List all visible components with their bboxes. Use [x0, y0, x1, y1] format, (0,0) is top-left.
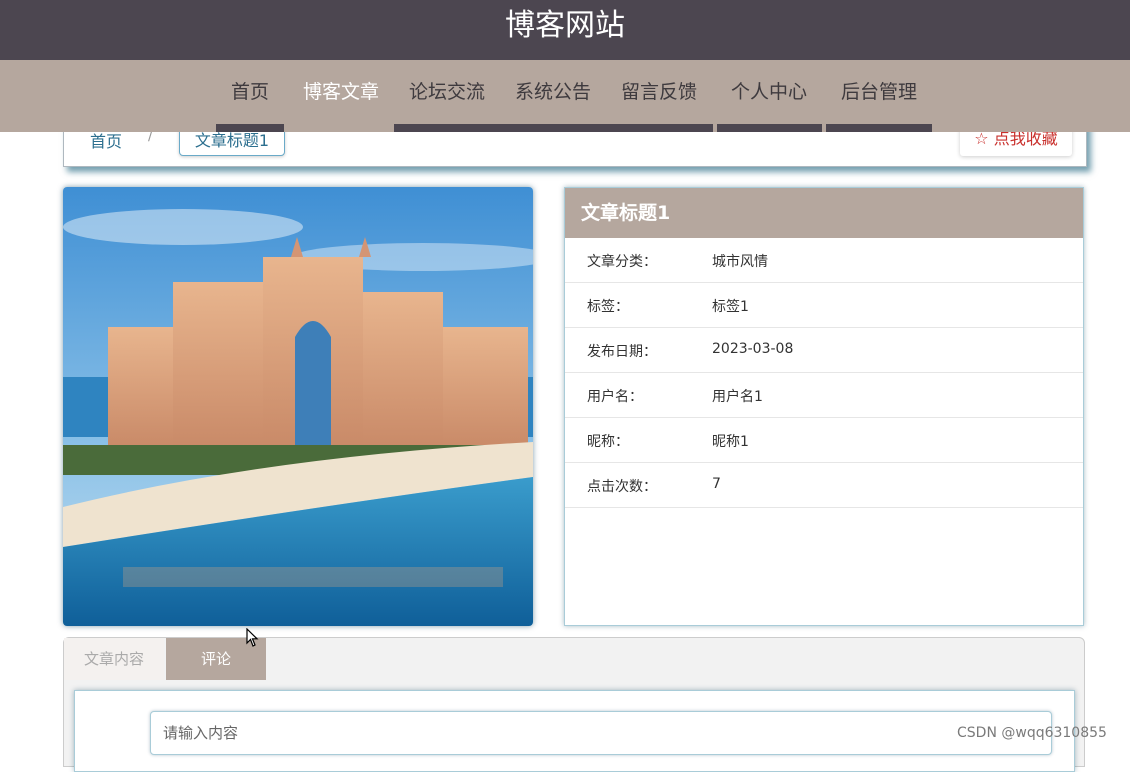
- info-label: 标签：: [587, 299, 629, 315]
- nav-underline: [826, 124, 932, 132]
- info-row-publish-date: 发布日期： 2023-03-08: [565, 328, 1083, 373]
- info-value: 2023-03-08: [712, 341, 794, 357]
- nav-item-admin[interactable]: 后台管理: [839, 78, 919, 106]
- article-image: [63, 187, 533, 626]
- nav-item-blog-articles[interactable]: 博客文章: [302, 78, 380, 106]
- watermark: CSDN @wqq6310855: [957, 725, 1107, 741]
- info-value: 7: [712, 476, 721, 492]
- info-label: 发布日期：: [587, 344, 657, 360]
- site-title: 博客网站: [505, 8, 625, 43]
- info-value: 城市风情: [712, 254, 768, 270]
- info-row-click-count: 点击次数： 7: [565, 463, 1083, 508]
- nav-item-announcements[interactable]: 系统公告: [514, 78, 592, 106]
- nav-item-forum[interactable]: 论坛交流: [408, 78, 486, 106]
- info-value: 标签1: [712, 299, 749, 315]
- nav-item-personal-center[interactable]: 个人中心: [729, 78, 809, 106]
- info-label: 点击次数：: [587, 479, 657, 495]
- nav-underline: [394, 124, 713, 132]
- nav-item-feedback[interactable]: 留言反馈: [620, 78, 698, 106]
- nav-underline: [216, 124, 284, 132]
- info-row-category: 文章分类： 城市风情: [565, 238, 1083, 283]
- info-value: 用户名1: [712, 389, 763, 405]
- comment-input[interactable]: [150, 711, 1052, 755]
- info-row-nickname: 昵称： 昵称1: [565, 418, 1083, 463]
- article-title: 文章标题1: [565, 188, 1083, 238]
- article-info-panel: 文章标题1 文章分类： 城市风情 标签： 标签1 发布日期： 2023-03-0…: [564, 187, 1084, 626]
- mouse-cursor-icon: [246, 628, 259, 647]
- main-nav: 首页 博客文章 论坛交流 系统公告 留言反馈 个人中心 后台管理: [0, 60, 1130, 132]
- info-label: 文章分类：: [587, 254, 657, 270]
- info-value: 昵称1: [712, 434, 749, 450]
- info-row-username: 用户名： 用户名1: [565, 373, 1083, 418]
- tab-article-content[interactable]: 文章内容: [64, 638, 164, 680]
- info-row-tag: 标签： 标签1: [565, 283, 1083, 328]
- nav-underline: [717, 124, 822, 132]
- nav-item-home[interactable]: 首页: [228, 78, 272, 106]
- site-header: 博客网站: [0, 0, 1130, 60]
- info-label: 用户名：: [587, 389, 643, 405]
- info-label: 昵称：: [587, 434, 629, 450]
